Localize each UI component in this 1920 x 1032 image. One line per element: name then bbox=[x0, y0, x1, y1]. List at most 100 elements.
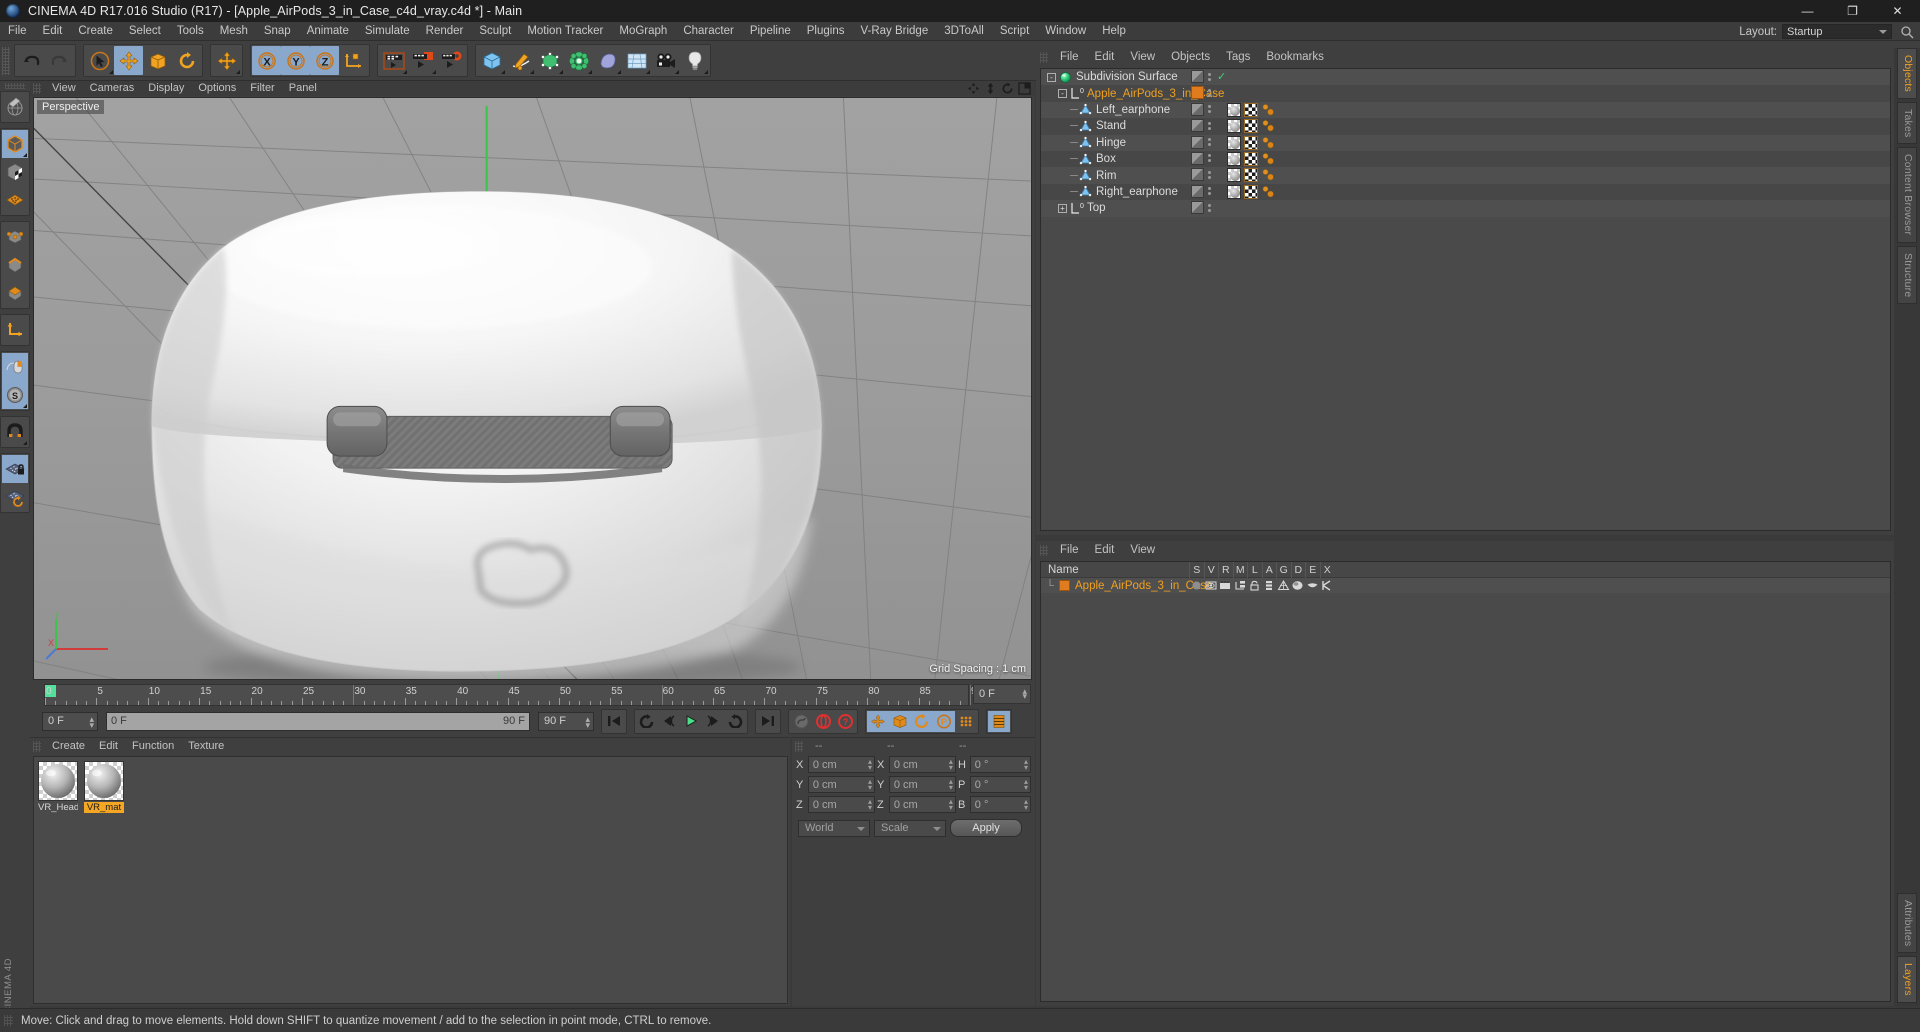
material-tag-icon[interactable] bbox=[1227, 102, 1241, 117]
viewport-menu-options[interactable]: Options bbox=[191, 81, 243, 96]
layer-column-s[interactable]: S bbox=[1189, 562, 1204, 578]
visibility-toggle[interactable] bbox=[1191, 119, 1204, 133]
selection-tag-icon[interactable] bbox=[1261, 103, 1275, 117]
layer-flag-v-icon[interactable] bbox=[1204, 579, 1219, 592]
layer-flag-l-icon[interactable] bbox=[1247, 579, 1262, 592]
material-list[interactable]: VR_Head VR_mat bbox=[33, 756, 788, 1004]
maximize-button[interactable]: ❐ bbox=[1830, 0, 1875, 22]
minimize-button[interactable]: — bbox=[1785, 0, 1830, 22]
record-active-objects-button[interactable] bbox=[812, 711, 834, 732]
add-scene-object-button[interactable] bbox=[593, 46, 622, 75]
search-icon[interactable] bbox=[1900, 25, 1914, 39]
object-manager-menu-file[interactable]: File bbox=[1052, 48, 1087, 66]
material-item[interactable]: VR_Head bbox=[38, 761, 78, 999]
go-to-start-button[interactable] bbox=[603, 711, 625, 732]
size-input-X[interactable]: 0 cm ▴ ▾ bbox=[888, 756, 956, 773]
layer-list[interactable]: Name SVRMLAGDEX └ Apple_AirPods_3_in_Case bbox=[1040, 561, 1891, 1002]
layer-flag-d-icon[interactable] bbox=[1291, 579, 1306, 592]
move-axis-tool-button[interactable] bbox=[212, 46, 241, 75]
material-tag-icon[interactable] bbox=[1227, 184, 1241, 199]
visibility-dots-icon[interactable] bbox=[1208, 154, 1211, 163]
vtab-attributes[interactable]: Attributes bbox=[1897, 892, 1917, 954]
toggle-layout-icon[interactable] bbox=[1018, 82, 1031, 95]
menu-window[interactable]: Window bbox=[1037, 22, 1094, 41]
add-environment-button[interactable] bbox=[622, 46, 651, 75]
viewport-menu-panel[interactable]: Panel bbox=[282, 81, 324, 96]
menu-script[interactable]: Script bbox=[992, 22, 1037, 41]
material-tag-icon[interactable] bbox=[1227, 119, 1241, 134]
uvw-tag-icon[interactable] bbox=[1244, 151, 1258, 166]
selection-tag-icon[interactable] bbox=[1261, 119, 1275, 133]
visibility-dots-icon[interactable] bbox=[1208, 72, 1211, 81]
object-row-top[interactable]: +0 Top bbox=[1041, 200, 1890, 217]
visibility-dots-icon[interactable] bbox=[1208, 88, 1211, 97]
record-parameter-button[interactable]: P bbox=[933, 710, 955, 732]
position-input-Y[interactable]: 0 cm ▴ ▾ bbox=[807, 776, 875, 793]
add-cube-button[interactable] bbox=[477, 46, 506, 75]
visibility-toggle[interactable] bbox=[1191, 168, 1204, 182]
visibility-dots-icon[interactable] bbox=[1208, 170, 1211, 179]
material-menu-create[interactable]: Create bbox=[45, 739, 92, 754]
visibility-toggle[interactable] bbox=[1191, 70, 1204, 83]
uvw-tag-icon[interactable] bbox=[1244, 102, 1258, 117]
position-input-Z[interactable]: 0 cm ▴ ▾ bbox=[807, 796, 875, 813]
spinner-icon[interactable]: ▴ ▾ bbox=[1024, 778, 1028, 792]
record-position-button[interactable] bbox=[867, 710, 889, 732]
object-row-right-earphone[interactable]: ─ Right_earphone bbox=[1041, 183, 1890, 201]
pan-view-icon[interactable] bbox=[967, 82, 980, 95]
uvw-tag-icon[interactable] bbox=[1244, 119, 1258, 134]
object-row-rim[interactable]: ─ Rim bbox=[1041, 167, 1890, 184]
menu-v-ray-bridge[interactable]: V-Ray Bridge bbox=[852, 22, 936, 41]
enable-snapping-button[interactable] bbox=[2, 353, 28, 381]
layer-flag-g-icon[interactable] bbox=[1276, 579, 1291, 592]
render-to-picture-viewer-button[interactable] bbox=[408, 46, 437, 75]
material-menu-texture[interactable]: Texture bbox=[181, 739, 231, 754]
menu-mesh[interactable]: Mesh bbox=[212, 22, 256, 41]
layer-manager-menu-view[interactable]: View bbox=[1122, 541, 1163, 559]
visibility-dots-icon[interactable] bbox=[1208, 121, 1211, 130]
selection-tag-icon[interactable] bbox=[1261, 168, 1275, 182]
layer-color-swatch[interactable] bbox=[1059, 580, 1070, 591]
material-tag-icon[interactable] bbox=[1227, 168, 1241, 183]
point-level-animation-button[interactable] bbox=[955, 711, 977, 732]
object-row-hinge[interactable]: ─ Hinge bbox=[1041, 134, 1890, 151]
object-manager-menu-objects[interactable]: Objects bbox=[1163, 48, 1218, 66]
vtab-layers[interactable]: Layers bbox=[1897, 956, 1917, 1003]
vtab-objects[interactable]: Objects bbox=[1897, 48, 1917, 99]
play-button[interactable] bbox=[680, 711, 702, 732]
material-menu-edit[interactable]: Edit bbox=[92, 739, 125, 754]
object-row-left-earphone[interactable]: ─ Left_earphone bbox=[1041, 101, 1890, 119]
add-spline-button[interactable] bbox=[506, 46, 535, 75]
add-light-button[interactable] bbox=[680, 46, 709, 75]
menu-file[interactable]: File bbox=[0, 22, 35, 41]
spinner-icon[interactable]: ▴ ▾ bbox=[89, 714, 94, 729]
visibility-toggle[interactable] bbox=[1191, 86, 1204, 100]
uvw-tag-icon[interactable] bbox=[1244, 184, 1258, 199]
enabled-check-icon[interactable]: ✓ bbox=[1217, 70, 1226, 83]
make-editable-button[interactable] bbox=[2, 93, 28, 121]
workplane-mode-button[interactable] bbox=[2, 186, 28, 214]
undo-button[interactable] bbox=[16, 46, 45, 75]
step-forward-button[interactable] bbox=[702, 711, 724, 732]
layer-manager-menu-edit[interactable]: Edit bbox=[1087, 541, 1123, 559]
model-mode-button[interactable] bbox=[2, 130, 28, 158]
object-manager-menu-view[interactable]: View bbox=[1122, 48, 1163, 66]
layer-flag-e-icon[interactable] bbox=[1305, 579, 1320, 592]
layer-manager-menu-file[interactable]: File bbox=[1052, 541, 1087, 559]
timeline-view-button[interactable] bbox=[988, 710, 1010, 732]
menu-pipeline[interactable]: Pipeline bbox=[742, 22, 799, 41]
live-selection-tool-button[interactable] bbox=[85, 46, 114, 75]
coordinate-menu-grip[interactable] bbox=[795, 740, 803, 752]
viewport-menu-display[interactable]: Display bbox=[141, 81, 191, 96]
menu-tools[interactable]: Tools bbox=[169, 22, 212, 41]
go-to-end-button[interactable] bbox=[757, 711, 779, 732]
render-view-button[interactable] bbox=[379, 46, 408, 75]
rotation-input-B[interactable]: 0 ° ▴ ▾ bbox=[969, 796, 1031, 813]
expander-toggle[interactable]: + bbox=[1058, 203, 1067, 213]
left-toolbar-grip[interactable] bbox=[5, 83, 25, 89]
spinner-icon[interactable]: ▴ ▾ bbox=[949, 798, 953, 812]
visibility-toggle[interactable] bbox=[1191, 201, 1204, 215]
layer-column-v[interactable]: V bbox=[1203, 562, 1219, 578]
menu-help[interactable]: Help bbox=[1094, 22, 1134, 41]
object-row-apple-airpods-3-in-case[interactable]: -0 Apple_AirPods_3_in_Case bbox=[1041, 85, 1890, 102]
